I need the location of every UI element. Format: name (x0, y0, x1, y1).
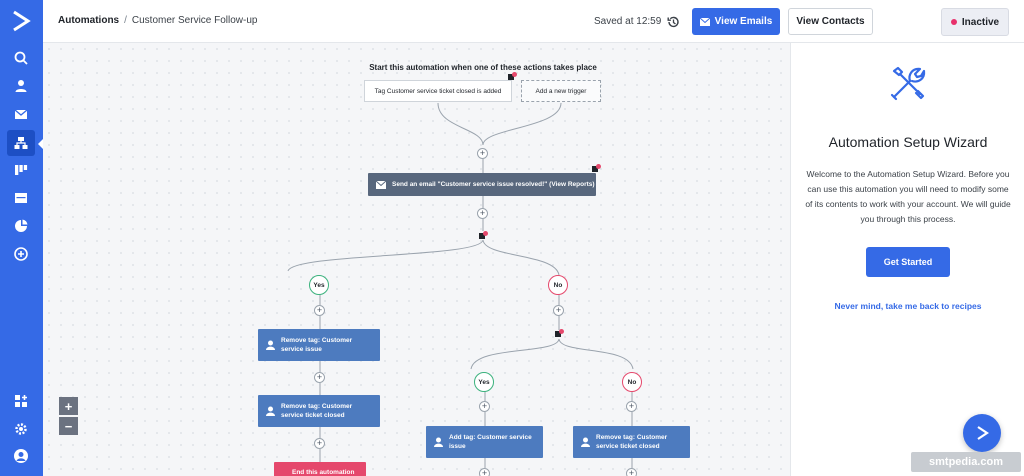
delete-action-icon[interactable] (592, 164, 601, 173)
zoom-out-button[interactable]: − (59, 417, 78, 435)
add-step-plus-icon[interactable]: + (477, 208, 488, 219)
back-to-recipes-link[interactable]: Never mind, take me back to recipes (791, 301, 1024, 311)
action-add-tag[interactable]: Add tag: Customer service issue (426, 426, 543, 458)
branch-yes: Yes (309, 275, 329, 295)
email-icon (376, 180, 386, 189)
logo-icon[interactable] (10, 10, 32, 32)
status-dot-icon (950, 19, 957, 25)
tools-icon (890, 66, 926, 101)
action-remove-tag-1[interactable]: Remove tag: Customer service issue (258, 329, 380, 361)
zoom-in-button[interactable]: + (59, 397, 78, 415)
add-tag-label: Add tag: Customer service issue (449, 434, 532, 450)
action-remove-tag-2[interactable]: Remove tag: Customer service ticket clos… (258, 395, 380, 427)
breadcrumb-separator: / (124, 15, 127, 26)
search-icon[interactable] (11, 48, 31, 68)
end-automation-label: End this automation (292, 468, 355, 476)
add-trigger-button[interactable]: Add a new trigger (521, 80, 601, 102)
account-icon[interactable] (11, 446, 31, 466)
condition-icon[interactable] (479, 231, 488, 240)
settings-icon[interactable] (11, 419, 31, 439)
workflow-canvas[interactable]: Start this automation when one of these … (43, 43, 790, 476)
view-emails-label: View Emails (714, 16, 773, 27)
branch-no: No (548, 275, 568, 295)
automations-icon[interactable] (11, 133, 31, 153)
breadcrumb-automations-link[interactable]: Automations (58, 15, 119, 26)
add-step-plus-icon[interactable]: + (314, 438, 325, 449)
panel-title: Automation Setup Wizard (828, 134, 988, 150)
apps-icon[interactable] (11, 391, 31, 411)
add-icon[interactable] (11, 244, 31, 264)
add-step-plus-icon[interactable]: + (626, 401, 637, 412)
chat-button[interactable] (963, 414, 1001, 452)
watermark: smtpedia.com (911, 452, 1021, 472)
saved-status: Saved at 12:59 (594, 16, 662, 27)
send-email-label: Send an email "Customer service issue re… (392, 181, 595, 188)
reports-icon[interactable] (11, 216, 31, 236)
remove-tag-3-label: Remove tag: Customer service ticket clos… (596, 434, 668, 450)
view-contacts-button[interactable]: View Contacts (788, 8, 873, 35)
add-step-plus-icon[interactable]: + (479, 401, 490, 412)
add-step-plus-icon[interactable]: + (479, 468, 490, 476)
site-icon[interactable] (11, 188, 31, 208)
setup-wizard-panel: Automation Setup Wizard Welcome to the A… (790, 43, 1024, 476)
view-emails-button[interactable]: View Emails (692, 8, 780, 35)
branch-no-2: No (622, 372, 642, 392)
remove-tag-2-label: Remove tag: Customer service ticket clos… (281, 403, 353, 419)
contact-icon (266, 406, 275, 416)
add-step-plus-icon[interactable]: + (314, 372, 325, 383)
add-step-plus-icon[interactable]: + (553, 305, 564, 316)
contact-icon (581, 437, 590, 447)
contacts-icon[interactable] (11, 76, 31, 96)
workflow-connectors (287, 102, 634, 468)
delete-trigger-icon[interactable] (508, 72, 517, 81)
action-remove-tag-3[interactable]: Remove tag: Customer service ticket clos… (573, 426, 690, 458)
trigger-tag-added[interactable]: Tag Customer service ticket closed is ad… (364, 80, 512, 102)
status-toggle-button[interactable]: Inactive (941, 8, 1009, 36)
start-label: Start this automation when one of these … (369, 63, 597, 72)
deals-icon[interactable] (11, 160, 31, 180)
status-label: Inactive (961, 16, 1000, 28)
history-icon[interactable] (666, 15, 680, 29)
email-icon[interactable] (11, 104, 31, 124)
add-step-plus-icon[interactable]: + (314, 305, 325, 316)
get-started-button[interactable]: Get Started (866, 247, 950, 277)
breadcrumb: Automations / Customer Service Follow-up (58, 15, 258, 26)
left-sidebar (0, 0, 44, 476)
end-automation[interactable]: End this automation (274, 462, 366, 476)
add-step-plus-icon[interactable]: + (477, 148, 488, 159)
contact-icon (434, 437, 443, 447)
breadcrumb-current: Customer Service Follow-up (131, 15, 258, 26)
condition-icon[interactable] (555, 329, 564, 338)
chat-icon (977, 426, 989, 440)
app-window: Automations / Customer Service Follow-up S… (0, 0, 1024, 476)
branch-yes-2: Yes (474, 372, 494, 392)
email-icon (699, 17, 710, 26)
action-send-email[interactable]: Send an email "Customer service issue re… (368, 173, 596, 196)
panel-description: Welcome to the Automation Setup Wizard. … (805, 169, 1011, 224)
contact-icon (266, 340, 275, 350)
remove-tag-1-label: Remove tag: Customer service issue (281, 337, 353, 353)
add-step-plus-icon[interactable]: + (626, 468, 637, 476)
top-header: Automations / Customer Service Follow-up S… (43, 0, 1024, 43)
